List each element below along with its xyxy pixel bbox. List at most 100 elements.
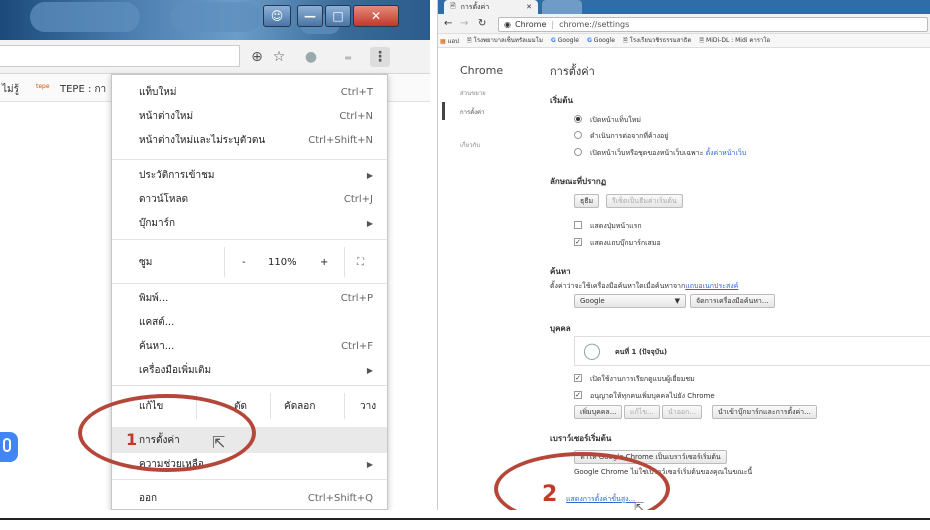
settings-sidebar: Chrome ส่วนขยาย การตั้งค่า เกี่ยวกับ [438,48,538,510]
extension-icon[interactable]: ▬ [336,48,360,66]
highlight-ellipse [78,394,256,472]
manage-search-engines-button[interactable]: จัดการเครื่องมือค้นหา... [690,294,775,308]
minimize-button[interactable]: — [297,5,323,27]
sidebar-item-about[interactable]: เกี่ยวกับ [460,140,480,150]
close-button[interactable]: ✕ [353,5,399,27]
user-icon-button[interactable]: ☺ [263,5,291,27]
checkbox-guest-browsing[interactable]: ✓ [574,374,582,382]
chevron-right-icon: ▶ [366,459,373,469]
themes-button[interactable]: ธุธีม [574,194,600,208]
set-pages-link[interactable]: ตั้งค่าหน้าเว็บ [706,149,747,157]
people-list: ◯ คนที่ 1 (ปัจจุบัน) [574,336,930,366]
menu-item-print[interactable]: พิมพ์... Ctrl+P [112,287,387,309]
add-person-button[interactable]: เพิ่มบุคคล... [574,405,623,419]
zoom-icon[interactable]: ⊕ [248,48,266,66]
radio-continue[interactable] [574,131,582,139]
bookmark-item[interactable]: G Google [551,37,579,44]
bookmark-item[interactable]: 🗎 โรงพยาบาลเซ็นทรัลเมมโม [467,35,543,46]
default-browser-heading: เบราว์เซอร์เริ่มต้น [550,434,612,443]
menu-item-new-window[interactable]: หน้าต่างใหม่ Ctrl+N [112,105,387,127]
close-tab-icon[interactable]: ✕ [526,3,532,11]
radio-new-tab[interactable] [574,115,582,123]
bookmark-item[interactable]: G Google [587,37,615,44]
import-bookmarks-button[interactable]: นำเข้าบุ๊กมาร์กและการตั้งค่า... [712,405,817,419]
page-icon: 🗎 [450,1,456,10]
search-description: ตั้งค่าว่าจะใช้เครื่องมือค้นหาใดเมื่อค้น… [550,282,739,290]
remove-person-button[interactable]: นำออก... [662,405,703,419]
right-screenshot: 🗎 การตั้งค่า ✕ ← → ↻ ◉ Chrome | chrome:/… [437,0,930,510]
extension-icon[interactable]: ● [302,48,320,66]
chrome-logo-icon: ◉ [504,20,511,29]
google-icon: G [586,37,592,44]
toolbar: ⊕ ☆ ● ▬ ⋮ [0,40,430,74]
menu-item-zoom: ซูม - 110% + ⛶ [112,247,387,277]
apps-grid-icon: ▦ [440,37,446,45]
avatar: ◯ [583,341,601,360]
checkbox-add-person[interactable]: ✓ [574,391,582,399]
microphone-icon[interactable] [0,432,18,462]
option-label: เปิดหน้าแท็บใหม่ [590,116,641,124]
page-title: การตั้งค่า [550,65,595,78]
checkbox-label: อนุญาตให้ทุกคนเพิ่มบุคคลไปยัง Chrome [590,392,715,400]
bookmark-apps[interactable]: ▦ แอป [440,36,459,46]
appearance-heading: ลักษณะที่ปรากฏ [550,177,607,186]
menu-item-history[interactable]: ประวัติการเข้าชม ▶ [112,164,387,186]
back-icon[interactable]: ← [444,18,452,29]
tab-strip: 🗎 การตั้งค่า ✕ [438,0,930,14]
omnibox-link[interactable]: แถบอเนกประสงค์ [685,282,738,290]
left-screenshot: ☺ — □ ✕ ⊕ ☆ ● ▬ ⋮ ไม่รู้ tepe TEPE : กา … [0,0,430,510]
menu-item-incognito[interactable]: หน้าต่างใหม่และไม่ระบุตัวตน Ctrl+Shift+N [112,129,387,151]
reload-icon[interactable]: ↻ [478,18,486,29]
star-icon[interactable]: ☆ [270,48,288,66]
sidebar-item-extensions[interactable]: ส่วนขยาย [460,88,486,98]
bookmark-item[interactable]: ไม่รู้ [2,82,19,97]
search-heading: ค้นหา [550,267,571,276]
option-label: เปิดหน้าเว็บหรือชุดของหน้าเว็บเฉพาะ ตั้ง… [590,149,747,157]
menu-item-new-tab[interactable]: แท็บใหม่ Ctrl+T [112,81,387,103]
tab-settings[interactable]: 🗎 การตั้งค่า ✕ [444,0,538,14]
copy-button[interactable]: คัดลอก [284,399,315,414]
checkbox-label: เปิดใช้งานการเรียกดูแบบผู้เยี่ยมชม [590,375,695,383]
maximize-button[interactable]: □ [325,5,351,27]
menu-item-cast[interactable]: แคสต์... [112,311,387,333]
forward-icon[interactable]: → [460,18,468,29]
dropdown-arrow-icon: ▼ [674,297,680,305]
sidebar-item-settings[interactable]: การตั้งค่า [460,107,484,117]
search-engine-select[interactable]: Google ▼ [574,294,686,308]
toolbar: ← → ↻ ◉ Chrome | chrome://settings [438,14,930,34]
google-icon: G [550,37,556,44]
bookmark-item[interactable]: 🗎 โรงเรียนวชิรธรรมสาธิต [623,35,691,46]
chevron-right-icon: ▶ [366,365,373,375]
radio-specific-pages[interactable] [574,148,582,156]
reset-theme-button[interactable]: รีเซ็ตเป็นธีมค่าเริ่มต้น [606,194,683,208]
option-label: ดำเนินการต่อจากที่ค้างอยู่ [590,132,669,140]
people-heading: บุคคล [550,324,571,333]
divider [0,518,930,520]
fullscreen-icon[interactable]: ⛶ [357,257,364,268]
startup-heading: เริ่มต้น [550,96,573,105]
checkbox-home-button[interactable] [574,221,582,229]
bookmarks-bar: ▦ แอป 🗎 โรงพยาบาลเซ็นทรัลเมมโม G Google … [438,34,930,48]
zoom-in-button[interactable]: + [320,257,328,268]
current-user[interactable]: คนที่ 1 (ปัจจุบัน) [615,347,667,358]
edit-person-button[interactable]: แก้ไข... [624,405,660,419]
omnibox[interactable]: ◉ Chrome | chrome://settings [498,17,928,32]
paste-button[interactable]: วาง [360,399,376,414]
window-titlebar: ☺ — □ ✕ [0,0,430,40]
menu-item-exit[interactable]: ออก Ctrl+Shift+Q [112,487,387,509]
address-bar[interactable] [0,45,240,67]
bookmark-favicon-icon: tepe [36,83,50,90]
bookmark-item[interactable]: TEPE : กา [60,82,106,97]
checkbox-bookmarks-bar[interactable]: ✓ [574,238,582,246]
bookmark-item[interactable]: 🗎 MiDi-DL : Midi คาราโอ [699,35,770,46]
menu-item-more-tools[interactable]: เครื่องมือเพิ่มเติม ▶ [112,359,387,381]
new-tab-button[interactable] [542,0,582,14]
menu-item-bookmarks[interactable]: บุ๊กมาร์ก ▶ [112,212,387,234]
zoom-level: 110% [268,256,297,268]
zoom-out-button[interactable]: - [242,257,246,268]
chevron-right-icon: ▶ [366,170,373,180]
menu-item-downloads[interactable]: ดาวน์โหลด Ctrl+J [112,188,387,210]
menu-dots-icon[interactable]: ⋮ [370,47,390,67]
sidebar-title: Chrome [460,64,504,77]
menu-item-find[interactable]: ค้นหา... Ctrl+F [112,335,387,357]
